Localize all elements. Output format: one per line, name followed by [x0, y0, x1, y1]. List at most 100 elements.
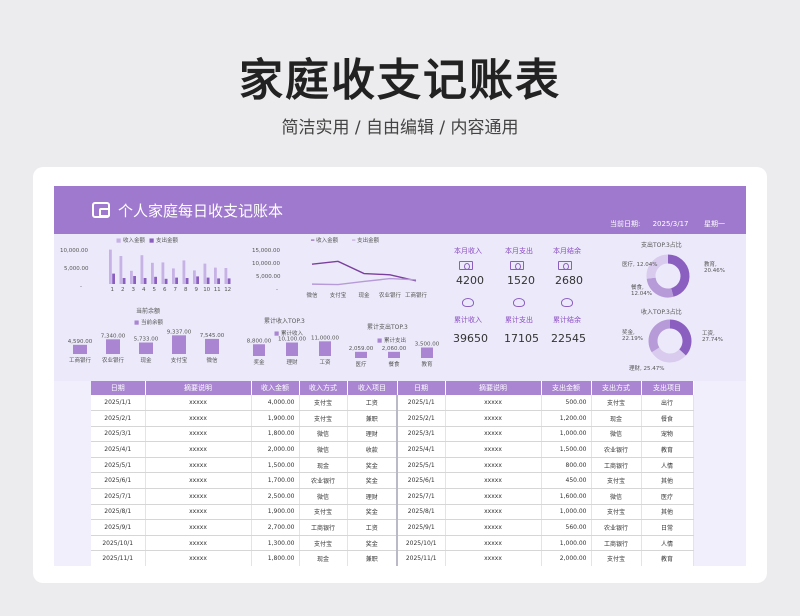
table-cell[interactable]: 2025/1/1	[91, 395, 146, 412]
table-cell[interactable]: 工资	[347, 395, 398, 412]
column-header[interactable]: 摘要说明	[145, 381, 252, 395]
table-cell[interactable]: 微信	[299, 488, 348, 505]
table-cell[interactable]: 2025/2/1	[91, 410, 146, 427]
table-cell[interactable]: 2025/2/1	[397, 410, 446, 427]
table-cell[interactable]: 医疗	[641, 488, 694, 505]
table-cell[interactable]: xxxxx	[145, 426, 252, 443]
table-cell[interactable]: 现金	[591, 410, 642, 427]
table-cell[interactable]: xxxxx	[145, 457, 252, 474]
table-cell[interactable]: 支付宝	[299, 535, 348, 552]
table-cell[interactable]: xxxxx	[445, 535, 542, 552]
table-cell[interactable]: 1,500.00	[251, 457, 300, 474]
table-cell[interactable]: 支付宝	[591, 395, 642, 412]
table-cell[interactable]: 奖金	[347, 472, 398, 490]
table-cell[interactable]: 2,500.00	[251, 488, 300, 505]
table-cell[interactable]: 收款	[347, 441, 398, 458]
table-cell[interactable]: 2025/8/1	[397, 504, 446, 521]
table-cell[interactable]: 其他	[641, 504, 694, 521]
table-cell[interactable]: 2025/4/1	[91, 441, 146, 458]
table-cell[interactable]: 理财	[347, 426, 398, 443]
table-cell[interactable]: xxxxx	[445, 472, 542, 490]
column-header[interactable]: 收入方式	[299, 381, 348, 395]
table-cell[interactable]: 1,200.00	[541, 410, 592, 427]
table-cell[interactable]: 理财	[347, 488, 398, 505]
column-header[interactable]: 支出项目	[641, 381, 694, 395]
table-cell[interactable]: 工商银行	[299, 519, 348, 536]
table-cell[interactable]: 微信	[591, 426, 642, 443]
table-cell[interactable]: 1,000.00	[541, 426, 592, 443]
table-cell[interactable]: 支付宝	[299, 410, 348, 427]
table-cell[interactable]: 微信	[299, 441, 348, 458]
table-cell[interactable]: 2025/6/1	[91, 472, 146, 490]
table-cell[interactable]: 1,300.00	[251, 535, 300, 552]
table-cell[interactable]: 餐食	[641, 410, 694, 427]
table-cell[interactable]: xxxxx	[145, 519, 252, 536]
table-cell[interactable]: 2025/3/1	[397, 426, 446, 443]
table-cell[interactable]: 兼职	[347, 550, 398, 566]
table-cell[interactable]: 人情	[641, 535, 694, 552]
column-header[interactable]: 支出金额	[541, 381, 592, 395]
table-cell[interactable]: 奖金	[347, 535, 398, 552]
column-header[interactable]: 日期	[91, 381, 146, 395]
table-cell[interactable]: 1,800.00	[251, 426, 300, 443]
table-cell[interactable]: 2,700.00	[251, 519, 300, 536]
table-cell[interactable]: 2025/11/1	[397, 550, 446, 566]
table-cell[interactable]: 兼职	[347, 410, 398, 427]
table-cell[interactable]: 支付宝	[591, 550, 642, 566]
table-cell[interactable]: 人情	[641, 457, 694, 474]
table-cell[interactable]: 1,900.00	[251, 410, 300, 427]
table-cell[interactable]: xxxxx	[145, 395, 252, 412]
table-cell[interactable]: 2025/5/1	[91, 457, 146, 474]
table-cell[interactable]: 教育	[641, 550, 694, 566]
table-cell[interactable]: 支付宝	[299, 504, 348, 521]
table-cell[interactable]: 2025/4/1	[397, 441, 446, 458]
table-cell[interactable]: 现金	[299, 550, 348, 566]
table-cell[interactable]: 1,500.00	[541, 441, 592, 458]
table-cell[interactable]: 微信	[299, 426, 348, 443]
table-cell[interactable]: xxxxx	[145, 550, 252, 566]
table-cell[interactable]: 2,000.00	[251, 441, 300, 458]
column-header[interactable]: 日期	[397, 381, 446, 395]
table-cell[interactable]: xxxxx	[145, 504, 252, 521]
table-cell[interactable]: 支付宝	[299, 395, 348, 412]
table-cell[interactable]: xxxxx	[145, 410, 252, 427]
table-cell[interactable]: 微信	[591, 488, 642, 505]
table-cell[interactable]: 支付宝	[591, 472, 642, 490]
table-cell[interactable]: 450.00	[541, 472, 592, 490]
table-cell[interactable]: 农业银行	[591, 441, 642, 458]
table-cell[interactable]: 奖金	[347, 457, 398, 474]
table-cell[interactable]: 现金	[299, 457, 348, 474]
table-cell[interactable]: 2025/5/1	[397, 457, 446, 474]
table-cell[interactable]: 560.00	[541, 519, 592, 536]
table-cell[interactable]: 1,700.00	[251, 472, 300, 490]
table-cell[interactable]: 教育	[641, 441, 694, 458]
column-header[interactable]: 摘要说明	[445, 381, 542, 395]
table-cell[interactable]: 工商银行	[591, 457, 642, 474]
table-cell[interactable]: xxxxx	[445, 519, 542, 536]
table-cell[interactable]: 日常	[641, 519, 694, 536]
table-cell[interactable]: 其他	[641, 472, 694, 490]
table-cell[interactable]: xxxxx	[445, 457, 542, 474]
table-cell[interactable]: xxxxx	[445, 426, 542, 443]
table-cell[interactable]: 2025/7/1	[397, 488, 446, 505]
table-cell[interactable]: 2,000.00	[541, 550, 592, 566]
table-cell[interactable]: 1,000.00	[541, 504, 592, 521]
table-cell[interactable]: 2025/9/1	[91, 519, 146, 536]
column-header[interactable]: 收入金额	[251, 381, 300, 395]
table-cell[interactable]: xxxxx	[145, 535, 252, 552]
table-cell[interactable]: 1,600.00	[541, 488, 592, 505]
table-cell[interactable]: 2025/6/1	[397, 472, 446, 490]
table-cell[interactable]: 宠物	[641, 426, 694, 443]
table-cell[interactable]: 2025/9/1	[397, 519, 446, 536]
table-cell[interactable]: 2025/8/1	[91, 504, 146, 521]
table-cell[interactable]: 奖金	[347, 504, 398, 521]
table-cell[interactable]: 工资	[347, 519, 398, 536]
table-cell[interactable]: xxxxx	[445, 488, 542, 505]
table-cell[interactable]: 800.00	[541, 457, 592, 474]
table-cell[interactable]: 2025/10/1	[91, 535, 146, 552]
table-cell[interactable]: 1,900.00	[251, 504, 300, 521]
table-cell[interactable]: 工商银行	[591, 535, 642, 552]
table-cell[interactable]: xxxxx	[445, 441, 542, 458]
table-cell[interactable]: 2025/1/1	[397, 395, 446, 412]
table-cell[interactable]: xxxxx	[445, 395, 542, 412]
